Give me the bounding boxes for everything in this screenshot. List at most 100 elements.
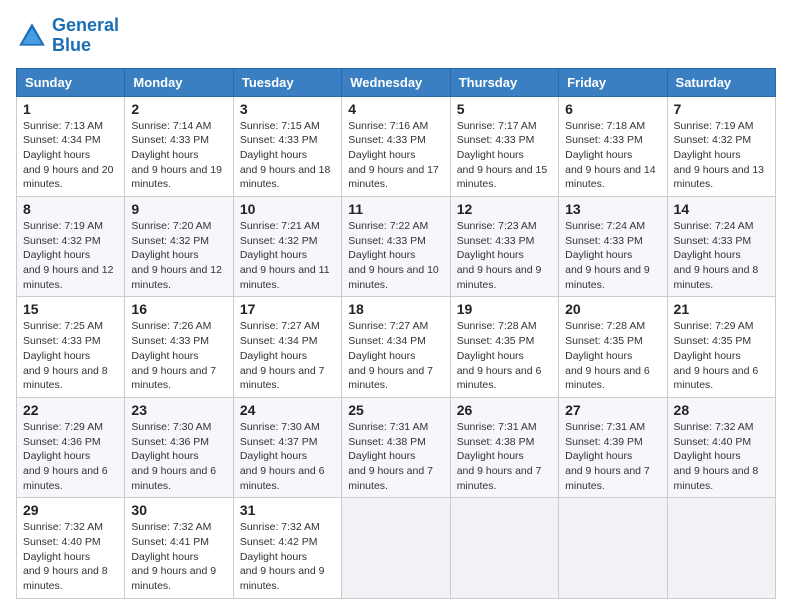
day-number: 11 [348, 201, 443, 217]
calendar-cell: 30 Sunrise: 7:32 AM Sunset: 4:41 PM Dayl… [125, 498, 233, 598]
day-info: Sunrise: 7:22 AM Sunset: 4:33 PM Dayligh… [348, 219, 443, 292]
day-info: Sunrise: 7:25 AM Sunset: 4:33 PM Dayligh… [23, 319, 118, 392]
calendar-cell: 7 Sunrise: 7:19 AM Sunset: 4:32 PM Dayli… [667, 96, 775, 196]
day-number: 9 [131, 201, 226, 217]
day-number: 1 [23, 101, 118, 117]
calendar-cell: 6 Sunrise: 7:18 AM Sunset: 4:33 PM Dayli… [559, 96, 667, 196]
day-header-thursday: Thursday [450, 68, 558, 96]
calendar-cell: 28 Sunrise: 7:32 AM Sunset: 4:40 PM Dayl… [667, 397, 775, 497]
day-info: Sunrise: 7:19 AM Sunset: 4:32 PM Dayligh… [23, 219, 118, 292]
calendar-header: SundayMondayTuesdayWednesdayThursdayFrid… [17, 68, 776, 96]
day-number: 10 [240, 201, 335, 217]
calendar-body: 1 Sunrise: 7:13 AM Sunset: 4:34 PM Dayli… [17, 96, 776, 598]
calendar-cell: 12 Sunrise: 7:23 AM Sunset: 4:33 PM Dayl… [450, 197, 558, 297]
day-number: 15 [23, 301, 118, 317]
day-info: Sunrise: 7:30 AM Sunset: 4:37 PM Dayligh… [240, 420, 335, 493]
day-info: Sunrise: 7:32 AM Sunset: 4:40 PM Dayligh… [23, 520, 118, 593]
day-info: Sunrise: 7:24 AM Sunset: 4:33 PM Dayligh… [674, 219, 769, 292]
day-number: 19 [457, 301, 552, 317]
calendar-week-4: 22 Sunrise: 7:29 AM Sunset: 4:36 PM Dayl… [17, 397, 776, 497]
calendar-cell: 29 Sunrise: 7:32 AM Sunset: 4:40 PM Dayl… [17, 498, 125, 598]
day-number: 20 [565, 301, 660, 317]
day-info: Sunrise: 7:21 AM Sunset: 4:32 PM Dayligh… [240, 219, 335, 292]
day-info: Sunrise: 7:19 AM Sunset: 4:32 PM Dayligh… [674, 119, 769, 192]
day-number: 8 [23, 201, 118, 217]
calendar-cell: 26 Sunrise: 7:31 AM Sunset: 4:38 PM Dayl… [450, 397, 558, 497]
day-header-friday: Friday [559, 68, 667, 96]
day-number: 16 [131, 301, 226, 317]
day-info: Sunrise: 7:14 AM Sunset: 4:33 PM Dayligh… [131, 119, 226, 192]
day-info: Sunrise: 7:32 AM Sunset: 4:40 PM Dayligh… [674, 420, 769, 493]
calendar-cell: 13 Sunrise: 7:24 AM Sunset: 4:33 PM Dayl… [559, 197, 667, 297]
day-number: 13 [565, 201, 660, 217]
calendar-cell: 9 Sunrise: 7:20 AM Sunset: 4:32 PM Dayli… [125, 197, 233, 297]
calendar-cell [450, 498, 558, 598]
day-number: 25 [348, 402, 443, 418]
day-info: Sunrise: 7:18 AM Sunset: 4:33 PM Dayligh… [565, 119, 660, 192]
day-info: Sunrise: 7:29 AM Sunset: 4:36 PM Dayligh… [23, 420, 118, 493]
calendar-cell: 11 Sunrise: 7:22 AM Sunset: 4:33 PM Dayl… [342, 197, 450, 297]
calendar-week-5: 29 Sunrise: 7:32 AM Sunset: 4:40 PM Dayl… [17, 498, 776, 598]
day-number: 6 [565, 101, 660, 117]
calendar-cell: 17 Sunrise: 7:27 AM Sunset: 4:34 PM Dayl… [233, 297, 341, 397]
logo-text: General Blue [52, 16, 119, 56]
calendar-cell [342, 498, 450, 598]
day-info: Sunrise: 7:31 AM Sunset: 4:38 PM Dayligh… [348, 420, 443, 493]
calendar-cell: 5 Sunrise: 7:17 AM Sunset: 4:33 PM Dayli… [450, 96, 558, 196]
day-header-saturday: Saturday [667, 68, 775, 96]
day-number: 21 [674, 301, 769, 317]
day-number: 2 [131, 101, 226, 117]
day-number: 28 [674, 402, 769, 418]
day-info: Sunrise: 7:31 AM Sunset: 4:39 PM Dayligh… [565, 420, 660, 493]
calendar-cell: 27 Sunrise: 7:31 AM Sunset: 4:39 PM Dayl… [559, 397, 667, 497]
day-number: 22 [23, 402, 118, 418]
day-number: 23 [131, 402, 226, 418]
day-info: Sunrise: 7:16 AM Sunset: 4:33 PM Dayligh… [348, 119, 443, 192]
day-info: Sunrise: 7:23 AM Sunset: 4:33 PM Dayligh… [457, 219, 552, 292]
day-number: 31 [240, 502, 335, 518]
day-info: Sunrise: 7:13 AM Sunset: 4:34 PM Dayligh… [23, 119, 118, 192]
page-header: General Blue [16, 16, 776, 56]
day-info: Sunrise: 7:27 AM Sunset: 4:34 PM Dayligh… [240, 319, 335, 392]
day-number: 30 [131, 502, 226, 518]
calendar-cell: 20 Sunrise: 7:28 AM Sunset: 4:35 PM Dayl… [559, 297, 667, 397]
day-header-monday: Monday [125, 68, 233, 96]
calendar-cell [559, 498, 667, 598]
day-info: Sunrise: 7:31 AM Sunset: 4:38 PM Dayligh… [457, 420, 552, 493]
calendar-cell: 23 Sunrise: 7:30 AM Sunset: 4:36 PM Dayl… [125, 397, 233, 497]
day-info: Sunrise: 7:28 AM Sunset: 4:35 PM Dayligh… [457, 319, 552, 392]
calendar-week-3: 15 Sunrise: 7:25 AM Sunset: 4:33 PM Dayl… [17, 297, 776, 397]
day-number: 29 [23, 502, 118, 518]
day-number: 26 [457, 402, 552, 418]
day-number: 3 [240, 101, 335, 117]
calendar-cell: 24 Sunrise: 7:30 AM Sunset: 4:37 PM Dayl… [233, 397, 341, 497]
day-header-tuesday: Tuesday [233, 68, 341, 96]
calendar-week-1: 1 Sunrise: 7:13 AM Sunset: 4:34 PM Dayli… [17, 96, 776, 196]
day-number: 5 [457, 101, 552, 117]
day-info: Sunrise: 7:27 AM Sunset: 4:34 PM Dayligh… [348, 319, 443, 392]
day-info: Sunrise: 7:26 AM Sunset: 4:33 PM Dayligh… [131, 319, 226, 392]
day-info: Sunrise: 7:28 AM Sunset: 4:35 PM Dayligh… [565, 319, 660, 392]
calendar-cell: 22 Sunrise: 7:29 AM Sunset: 4:36 PM Dayl… [17, 397, 125, 497]
calendar-table: SundayMondayTuesdayWednesdayThursdayFrid… [16, 68, 776, 599]
day-number: 17 [240, 301, 335, 317]
day-info: Sunrise: 7:24 AM Sunset: 4:33 PM Dayligh… [565, 219, 660, 292]
calendar-cell: 1 Sunrise: 7:13 AM Sunset: 4:34 PM Dayli… [17, 96, 125, 196]
day-info: Sunrise: 7:29 AM Sunset: 4:35 PM Dayligh… [674, 319, 769, 392]
day-number: 4 [348, 101, 443, 117]
calendar-cell: 2 Sunrise: 7:14 AM Sunset: 4:33 PM Dayli… [125, 96, 233, 196]
logo-icon [16, 20, 48, 52]
calendar-cell: 21 Sunrise: 7:29 AM Sunset: 4:35 PM Dayl… [667, 297, 775, 397]
day-number: 27 [565, 402, 660, 418]
day-number: 18 [348, 301, 443, 317]
calendar-cell: 18 Sunrise: 7:27 AM Sunset: 4:34 PM Dayl… [342, 297, 450, 397]
logo: General Blue [16, 16, 119, 56]
day-header-wednesday: Wednesday [342, 68, 450, 96]
calendar-cell: 16 Sunrise: 7:26 AM Sunset: 4:33 PM Dayl… [125, 297, 233, 397]
day-number: 24 [240, 402, 335, 418]
calendar-cell: 4 Sunrise: 7:16 AM Sunset: 4:33 PM Dayli… [342, 96, 450, 196]
day-info: Sunrise: 7:20 AM Sunset: 4:32 PM Dayligh… [131, 219, 226, 292]
calendar-cell: 19 Sunrise: 7:28 AM Sunset: 4:35 PM Dayl… [450, 297, 558, 397]
day-info: Sunrise: 7:30 AM Sunset: 4:36 PM Dayligh… [131, 420, 226, 493]
day-number: 7 [674, 101, 769, 117]
